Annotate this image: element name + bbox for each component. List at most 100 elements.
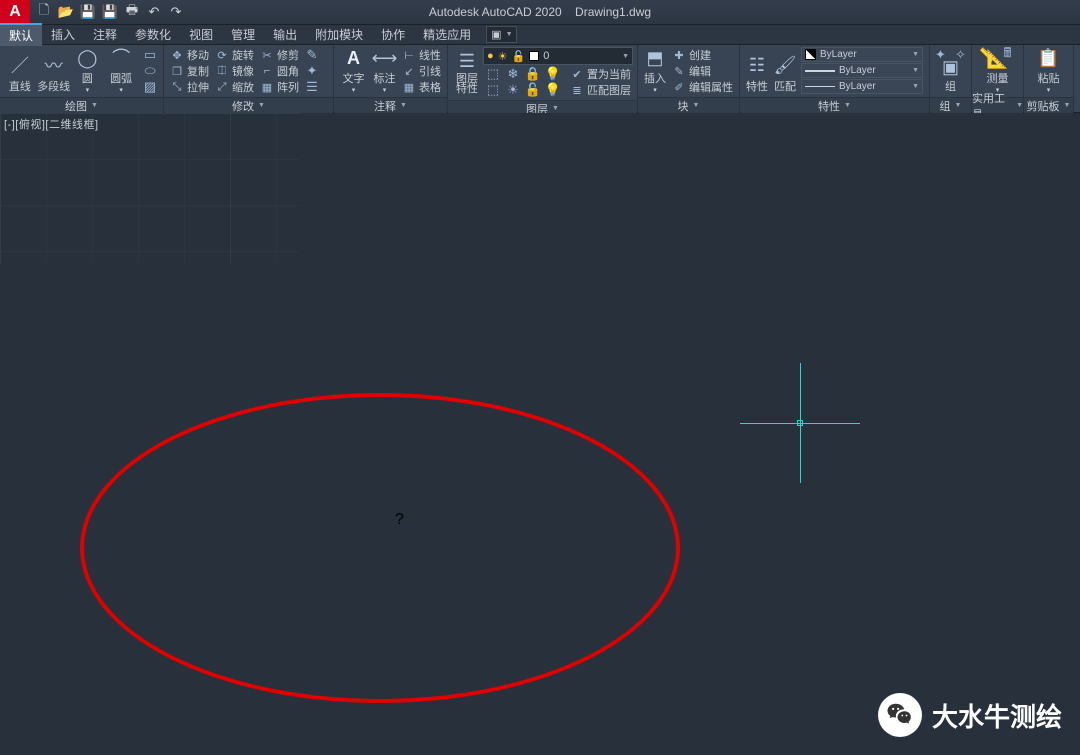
save-icon[interactable]: 💾 xyxy=(80,4,96,20)
panel-group: ✦ ✧ ▣ 组 组▼ xyxy=(930,45,972,112)
arc-button[interactable]: ⌒ 圆弧▾ xyxy=(104,47,138,95)
layer-thaw-icon[interactable]: ☀ xyxy=(503,82,523,98)
paste-button[interactable]: 📋 粘贴▾ xyxy=(1027,47,1070,95)
polyline-icon: 〰 xyxy=(41,52,67,78)
leader-button[interactable]: ↙引线 xyxy=(399,63,444,79)
block-edit-button[interactable]: ✎编辑 xyxy=(669,63,736,79)
color-dropdown[interactable]: ByLayer xyxy=(801,47,923,62)
panel-draw-title[interactable]: 绘图▼ xyxy=(0,97,163,113)
app-logo[interactable]: A xyxy=(0,0,30,25)
panel-clip: 📋 粘贴▾ 剪贴板▼ xyxy=(1024,45,1074,112)
print-icon[interactable]: 🖶 xyxy=(124,4,140,20)
text-icon: A xyxy=(340,47,366,70)
offset-icon[interactable]: ☰ xyxy=(302,79,322,95)
table-button[interactable]: ▦表格 xyxy=(399,79,444,95)
panel-props: ☷ 特性 🖌 匹配 ByLayer ByLayer ByLayer 特性▼ xyxy=(740,45,930,112)
tab-collab[interactable]: 协作 xyxy=(372,24,414,45)
ellipse-icon[interactable]: ⬭ xyxy=(140,63,160,79)
props-icon: ☷ xyxy=(744,52,770,78)
table-icon: ▦ xyxy=(402,80,416,94)
props-button[interactable]: ☷ 特性 xyxy=(743,47,771,95)
layer-unlock-icon[interactable]: 🔓 xyxy=(523,82,543,98)
array-icon: ▦ xyxy=(260,80,274,94)
layer-color-swatch xyxy=(529,51,539,61)
dim-button[interactable]: ⟷ 标注▾ xyxy=(370,47,399,95)
layer-dropdown[interactable]: ● ☀ 🔓 0 xyxy=(483,47,633,65)
stretch-button[interactable]: ⤡拉伸 xyxy=(167,79,212,95)
new-icon[interactable]: 🗋 xyxy=(36,4,52,20)
scale-button[interactable]: ⤢缩放 xyxy=(212,79,257,95)
array-button[interactable]: ▦阵列 xyxy=(257,79,302,95)
redo-icon[interactable]: ↷ xyxy=(168,4,184,20)
group-button[interactable]: ▣ 组 xyxy=(933,63,969,95)
block-create-button[interactable]: ✚创建 xyxy=(669,47,736,63)
layer-iso-icon[interactable]: ⬚ xyxy=(483,66,503,82)
linear-button[interactable]: ⊢线性 xyxy=(399,47,444,63)
view-tag[interactable]: [-][俯视][二维线框] xyxy=(4,116,99,132)
polyline-label: 多段线 xyxy=(37,78,70,94)
mirror-button[interactable]: ⎅镜像 xyxy=(212,63,257,79)
layer-match-button[interactable]: ≣匹配图层 xyxy=(567,82,634,98)
app-combo[interactable]: ▣ xyxy=(486,26,516,43)
move-icon: ✥ xyxy=(170,48,184,62)
circle-button[interactable]: ◯ 圆▾ xyxy=(71,47,105,95)
tab-insert[interactable]: 插入 xyxy=(42,24,84,45)
stretch-icon: ⤡ xyxy=(170,80,184,94)
sun-icon: ☀ xyxy=(498,50,508,63)
tab-manage[interactable]: 管理 xyxy=(222,24,264,45)
fillet-button[interactable]: ⌐圆角 xyxy=(257,63,302,79)
tab-parametric[interactable]: 参数化 xyxy=(126,24,180,45)
layer-setcurrent-button[interactable]: ✔置为当前 xyxy=(567,66,634,82)
pickbox xyxy=(797,420,803,426)
tab-addons[interactable]: 附加模块 xyxy=(306,24,372,45)
layer-on-icon[interactable]: 💡 xyxy=(543,82,563,98)
explode-icon[interactable]: ✦ xyxy=(302,63,322,79)
mirror-icon: ⎅ xyxy=(215,64,229,78)
trim-button[interactable]: ✂修剪 xyxy=(257,47,302,63)
panel-modify-title[interactable]: 修改▼ xyxy=(164,97,333,113)
line-button[interactable]: ／ 直线 xyxy=(3,47,37,95)
tab-output[interactable]: 输出 xyxy=(264,24,306,45)
layer-lock-icon[interactable]: 🔒 xyxy=(523,66,543,82)
panel-clip-title[interactable]: 剪贴板▼ xyxy=(1024,97,1073,113)
move-button[interactable]: ✥移动 xyxy=(167,47,212,63)
open-icon[interactable]: 📂 xyxy=(58,4,74,20)
linetype-dropdown[interactable]: ByLayer xyxy=(801,79,923,94)
erase-icon[interactable]: ✎ xyxy=(302,47,322,63)
layer-props-button[interactable]: ☰ 图层 特性 xyxy=(451,47,483,95)
undo-icon[interactable]: ↶ xyxy=(146,4,162,20)
panel-annot-title[interactable]: 注释▼ xyxy=(334,97,447,113)
panel-block-title[interactable]: 块▼ xyxy=(638,97,739,113)
match-props-button[interactable]: 🖌 匹配 xyxy=(771,47,799,95)
rect-icon[interactable]: ▭ xyxy=(140,47,160,63)
tab-default[interactable]: 默认 xyxy=(0,23,42,46)
tab-view[interactable]: 视图 xyxy=(180,24,222,45)
block-editattr-button[interactable]: ✐编辑属性 xyxy=(669,79,736,95)
saveas-icon[interactable]: 💾 xyxy=(102,4,118,20)
insert-block-button[interactable]: ⬒ 插入▾ xyxy=(641,47,669,95)
drawing-area[interactable]: [-][俯视][二维线框] ? 大水牛测绘 xyxy=(0,113,1080,755)
tab-featured[interactable]: 精选应用 xyxy=(414,24,480,45)
hatch-icon[interactable]: ▨ xyxy=(140,79,160,95)
insert-block-icon: ⬒ xyxy=(642,47,668,70)
trim-icon: ✂ xyxy=(260,48,274,62)
tab-annotate[interactable]: 注释 xyxy=(84,24,126,45)
panel-props-title[interactable]: 特性▼ xyxy=(740,97,929,113)
panel-modify: ✥移动 ❐复制 ⤡拉伸 ⟳旋转 ⎅镜像 ⤢缩放 ✂修剪 ⌐圆角 ▦阵列 ✎ ✦ … xyxy=(164,45,334,112)
text-button[interactable]: A 文字▾ xyxy=(337,47,370,95)
paste-icon: 📋 xyxy=(1036,47,1062,70)
block-editattr-icon: ✐ xyxy=(672,80,686,94)
copy-button[interactable]: ❐复制 xyxy=(167,63,212,79)
panel-util-title[interactable]: 实用工具▼ xyxy=(972,97,1023,113)
lineweight-dropdown[interactable]: ByLayer xyxy=(801,63,923,78)
linetype-icon xyxy=(805,86,835,87)
polyline-button[interactable]: 〰 多段线 xyxy=(37,47,71,95)
layer-prev-icon[interactable]: ⬚ xyxy=(483,82,503,98)
layer-off-icon[interactable]: 💡 xyxy=(543,66,563,82)
app-name: Autodesk AutoCAD 2020 xyxy=(429,5,562,19)
layer-freeze-icon[interactable]: ❄ xyxy=(503,66,523,82)
linear-icon: ⊢ xyxy=(402,48,416,62)
panel-group-title[interactable]: 组▼ xyxy=(930,97,971,113)
copy-icon: ❐ xyxy=(170,64,184,78)
rotate-button[interactable]: ⟳旋转 xyxy=(212,47,257,63)
